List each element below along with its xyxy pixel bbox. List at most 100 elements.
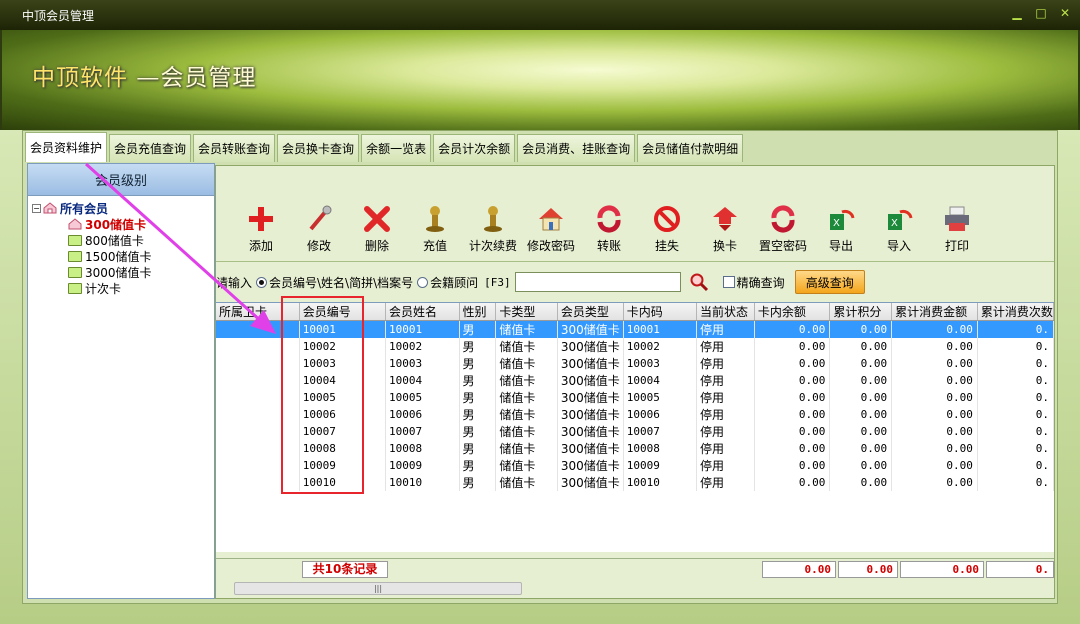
renew-button[interactable]: 计次续费 [464, 204, 522, 261]
table-row[interactable]: 10002 10002 男储值卡 300储值卡 10002 停用 0.00 0.00 0.00 0… [216, 338, 1054, 355]
search-bar: 请输入 会员编号\姓名\简拼\档案号 会籍顾问 [F3] 精确查询 高级查询 [216, 268, 1054, 296]
search-option-advisor-radio[interactable] [417, 276, 429, 288]
table-cell: 0.00 [754, 406, 831, 423]
table-cell [216, 372, 300, 389]
change-card-icon [713, 207, 737, 231]
collapse-icon[interactable]: − [32, 203, 41, 213]
table-cell: 0. [977, 372, 1054, 389]
table-cell: 10002 [385, 338, 460, 355]
tree-item-0[interactable]: 300储值卡 [32, 216, 214, 232]
exact-search-label: 精确查询 [736, 275, 785, 290]
search-icon[interactable] [689, 272, 709, 292]
column-header[interactable]: 会员编号 [299, 303, 387, 321]
search-option-member-radio[interactable] [256, 276, 268, 288]
delete-button[interactable]: 删除 [348, 204, 406, 261]
column-header[interactable]: 会员姓名 [385, 303, 460, 321]
tab-3[interactable]: 会员换卡查询 [277, 134, 360, 162]
window-title: 中顶会员管理 [22, 8, 95, 23]
table-row[interactable]: 10008 10008 男储值卡 300储值卡 10008 停用 0.00 0.00 0.00 0… [216, 440, 1054, 457]
table-row[interactable]: 10004 10004 男储值卡 300储值卡 10004 停用 0.00 0.00 0.00 0… [216, 372, 1054, 389]
clear-password-button[interactable]: 置空密码 [754, 204, 812, 261]
table-row[interactable]: 10006 10006 男储值卡 300储值卡 10006 停用 0.00 0.00 0.00 0… [216, 406, 1054, 423]
table-cell: 10005 [623, 389, 698, 406]
column-header[interactable]: 性别 [459, 303, 497, 321]
column-header[interactable]: 所属卫卡 [216, 303, 300, 321]
password-button[interactable]: 修改密码 [522, 204, 580, 261]
table-cell: 0. [977, 389, 1054, 406]
svg-text:X: X [833, 218, 840, 229]
table-cell: 停用 [696, 338, 755, 355]
recharge-icon [426, 206, 444, 232]
tree-item-2[interactable]: 1500储值卡 [32, 248, 214, 264]
add-icon [249, 207, 273, 231]
table-row[interactable]: 10005 10005 男储值卡 300储值卡 10005 停用 0.00 0.00 0.00 0… [216, 389, 1054, 406]
table-cell: 10007 [385, 423, 460, 440]
table-cell: 停用 [696, 389, 755, 406]
table-cell: 300储值卡 [557, 440, 624, 457]
toolbar-label: 删除 [364, 239, 389, 253]
tab-2[interactable]: 会员转账查询 [193, 134, 276, 162]
search-prompt: 请输入 [216, 275, 253, 290]
toolbar-label: 充值 [422, 239, 447, 253]
table-cell: 10008 [385, 440, 460, 457]
table-cell: 300储值卡 [557, 355, 624, 372]
record-count: 共10条记录 [302, 561, 388, 578]
tree-item-3[interactable]: 3000储值卡 [32, 264, 214, 280]
table-cell: 10002 [623, 338, 698, 355]
table-cell: 0.00 [829, 423, 893, 440]
table-cell: 0.00 [891, 423, 978, 440]
table-cell: 10008 [623, 440, 698, 457]
edit-button[interactable]: 修改 [290, 204, 348, 261]
maximize-icon[interactable]: □ [1034, 6, 1048, 20]
horizontal-scrollbar[interactable]: ||| [234, 582, 522, 595]
tree-item-label: 计次卡 [85, 281, 122, 296]
table-row[interactable]: 10009 10009 男储值卡 300储值卡 10009 停用 0.00 0.00 0.00 0… [216, 457, 1054, 474]
column-header[interactable]: 会员类型 [557, 303, 624, 321]
search-input[interactable] [514, 272, 681, 292]
minimize-icon[interactable]: ▁ [1010, 6, 1024, 20]
tab-7[interactable]: 会员储值付款明细 [637, 134, 744, 162]
tree-item-4[interactable]: 计次卡 [32, 280, 214, 296]
table-cell: 10010 [299, 474, 387, 491]
table-cell: 10005 [385, 389, 460, 406]
table-cell: 男 [459, 320, 497, 338]
print-button[interactable]: 打印 [928, 204, 986, 261]
import-button[interactable]: X 导入 [870, 204, 928, 261]
exact-search-checkbox[interactable] [722, 276, 735, 288]
tree-root[interactable]: − 所有会员 [32, 200, 214, 216]
advanced-search-button[interactable]: 高级查询 [794, 270, 865, 294]
table-cell: 停用 [696, 406, 755, 423]
table-row[interactable]: 10010 10010 男储值卡 300储值卡 10010 停用 0.00 0.00 0.00 0… [216, 474, 1054, 491]
column-header[interactable]: 累计消费次数 [977, 303, 1054, 321]
column-header[interactable]: 卡内码 [623, 303, 698, 321]
change-card-button[interactable]: 换卡 [696, 204, 754, 261]
table-cell: 10004 [299, 372, 387, 389]
tree-item-1[interactable]: 800储值卡 [32, 232, 214, 248]
open-folder-icon [68, 218, 82, 230]
tab-0[interactable]: 会员资料维护 [25, 132, 108, 162]
table-row[interactable]: 10001 10001 男储值卡 300储值卡 10001 停用 0.00 0.00 0.00 0… [216, 320, 1054, 338]
column-header[interactable]: 卡内余额 [754, 303, 831, 321]
close-icon[interactable]: ✕ [1058, 6, 1072, 20]
table-cell: 0.00 [754, 423, 831, 440]
table-cell: 300储值卡 [557, 320, 624, 338]
table-row[interactable]: 10007 10007 男储值卡 300储值卡 10007 停用 0.00 0.00 0.00 0… [216, 423, 1054, 440]
transfer-button[interactable]: 转账 [580, 204, 638, 261]
tab-4[interactable]: 余额一览表 [361, 134, 432, 162]
clear-password-icon [771, 205, 795, 233]
title-bar[interactable]: 中顶会员管理 ▁ □ ✕ [0, 0, 1080, 30]
column-header[interactable]: 卡类型 [495, 303, 558, 321]
tab-6[interactable]: 会员消费、挂账查询 [517, 134, 636, 162]
table-cell: 300储值卡 [557, 389, 624, 406]
recharge-button[interactable]: 充值 [406, 204, 464, 261]
add-button[interactable]: 添加 [232, 204, 290, 261]
table-row[interactable]: 10003 10003 男储值卡 300储值卡 10003 停用 0.00 0.00 0.00 0… [216, 355, 1054, 372]
column-header[interactable]: 当前状态 [696, 303, 755, 321]
tab-5[interactable]: 会员计次余额 [433, 134, 516, 162]
export-button[interactable]: X 导出 [812, 204, 870, 261]
column-header[interactable]: 累计消费金额 [891, 303, 978, 321]
report-loss-button[interactable]: 挂失 [638, 204, 696, 261]
tree-item-label: 1500储值卡 [85, 249, 152, 264]
tab-1[interactable]: 会员充值查询 [109, 134, 192, 162]
column-header[interactable]: 累计积分 [829, 303, 893, 321]
